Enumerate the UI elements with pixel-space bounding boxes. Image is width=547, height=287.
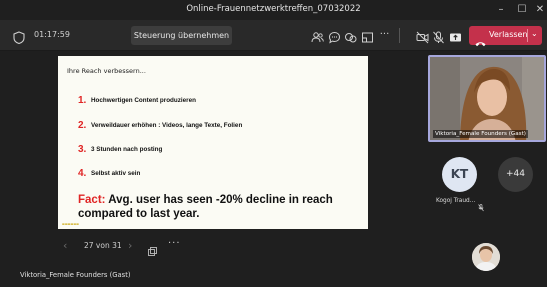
window-title: Online-Frauennetzwerktreffen_07032022 [186,4,361,14]
share-icon[interactable] [449,29,462,42]
toolbar-divider [399,28,400,43]
participant-panel: Viktoria_Female Founders (Gast) KT Kogoj… [426,51,547,287]
teams-meeting-window: Online-Frauennetzwerktreffen_07032022 – … [0,0,547,287]
camera-off-icon[interactable] [416,29,429,44]
fact-text: Avg. user has seen -20% decline in reach… [78,194,333,220]
leave-button[interactable]: Verlassen ⌄ [469,26,542,47]
item-text: Hochwertigen Content produzieren [91,97,196,104]
participant-avatar[interactable]: KT [442,157,477,192]
more-options-icon[interactable]: ··· [168,238,181,249]
take-control-button[interactable]: Steuerung übernehmen [131,26,232,45]
fact-label: Fact: [78,194,106,206]
reactions-icon[interactable] [344,29,357,43]
presenter-name: Viktoria_Female Founders (Gast) [20,271,131,279]
slide-heading: Ihre Reach verbessern... [67,67,146,75]
shared-slide: Ihre Reach verbessern... 1. Hochwertigen… [58,56,368,229]
slide-pager: 27 von 31 [84,241,122,250]
item-text: 3 Stunden nach posting [91,146,163,153]
chat-icon[interactable] [328,29,341,44]
previous-slide-button[interactable]: ‹ [63,239,67,252]
self-avatar[interactable] [472,243,500,271]
rooms-icon[interactable] [361,29,374,43]
item-text: Selbst aktiv sein [91,170,141,177]
more-icon[interactable]: ··· [378,29,391,42]
meeting-timer: 01:17:59 [34,30,70,39]
item-number: 3. [78,144,87,155]
video-participant-name: Viktoria_Female Founders (Gast) [433,130,528,138]
leave-label: Verlassen [489,30,528,39]
leave-divider [527,29,528,42]
next-slide-button[interactable]: › [128,239,132,252]
slide-watermark: ▬▬▬▬▬▬ [62,222,80,226]
participant-name: Kogoj Traud... [436,198,476,204]
minimize-button[interactable]: – [494,3,508,17]
mic-off-icon[interactable] [432,29,445,44]
maximize-button[interactable]: ☐ [515,3,529,17]
item-text: Verweildauer erhöhen : Videos, lange Tex… [91,122,243,129]
item-number: 2. [78,120,87,131]
more-participants-button[interactable]: +44 [498,157,533,192]
title-bar: Online-Frauennetzwerktreffen_07032022 – … [0,0,547,20]
item-number: 1. [78,95,87,106]
meeting-toolbar: 01:17:59 Steuerung übernehmen ··· Verlas… [0,20,547,51]
slide-fact: Fact: Avg. user has seen -20% decline in… [78,193,363,221]
popout-icon[interactable] [148,241,157,256]
mic-off-icon [478,197,484,212]
shield-icon[interactable] [13,29,25,45]
close-button[interactable]: ✕ [533,3,547,17]
phone-icon [475,32,486,51]
slide-navigation: ‹ 27 von 31 › ··· [58,238,188,256]
presentation-stage: Ihre Reach verbessern... 1. Hochwertigen… [0,51,426,287]
item-number: 4. [78,168,87,179]
people-icon[interactable] [311,29,324,43]
chevron-down-icon[interactable]: ⌄ [531,29,538,38]
participant-video-tile[interactable]: Viktoria_Female Founders (Gast) [428,55,546,142]
